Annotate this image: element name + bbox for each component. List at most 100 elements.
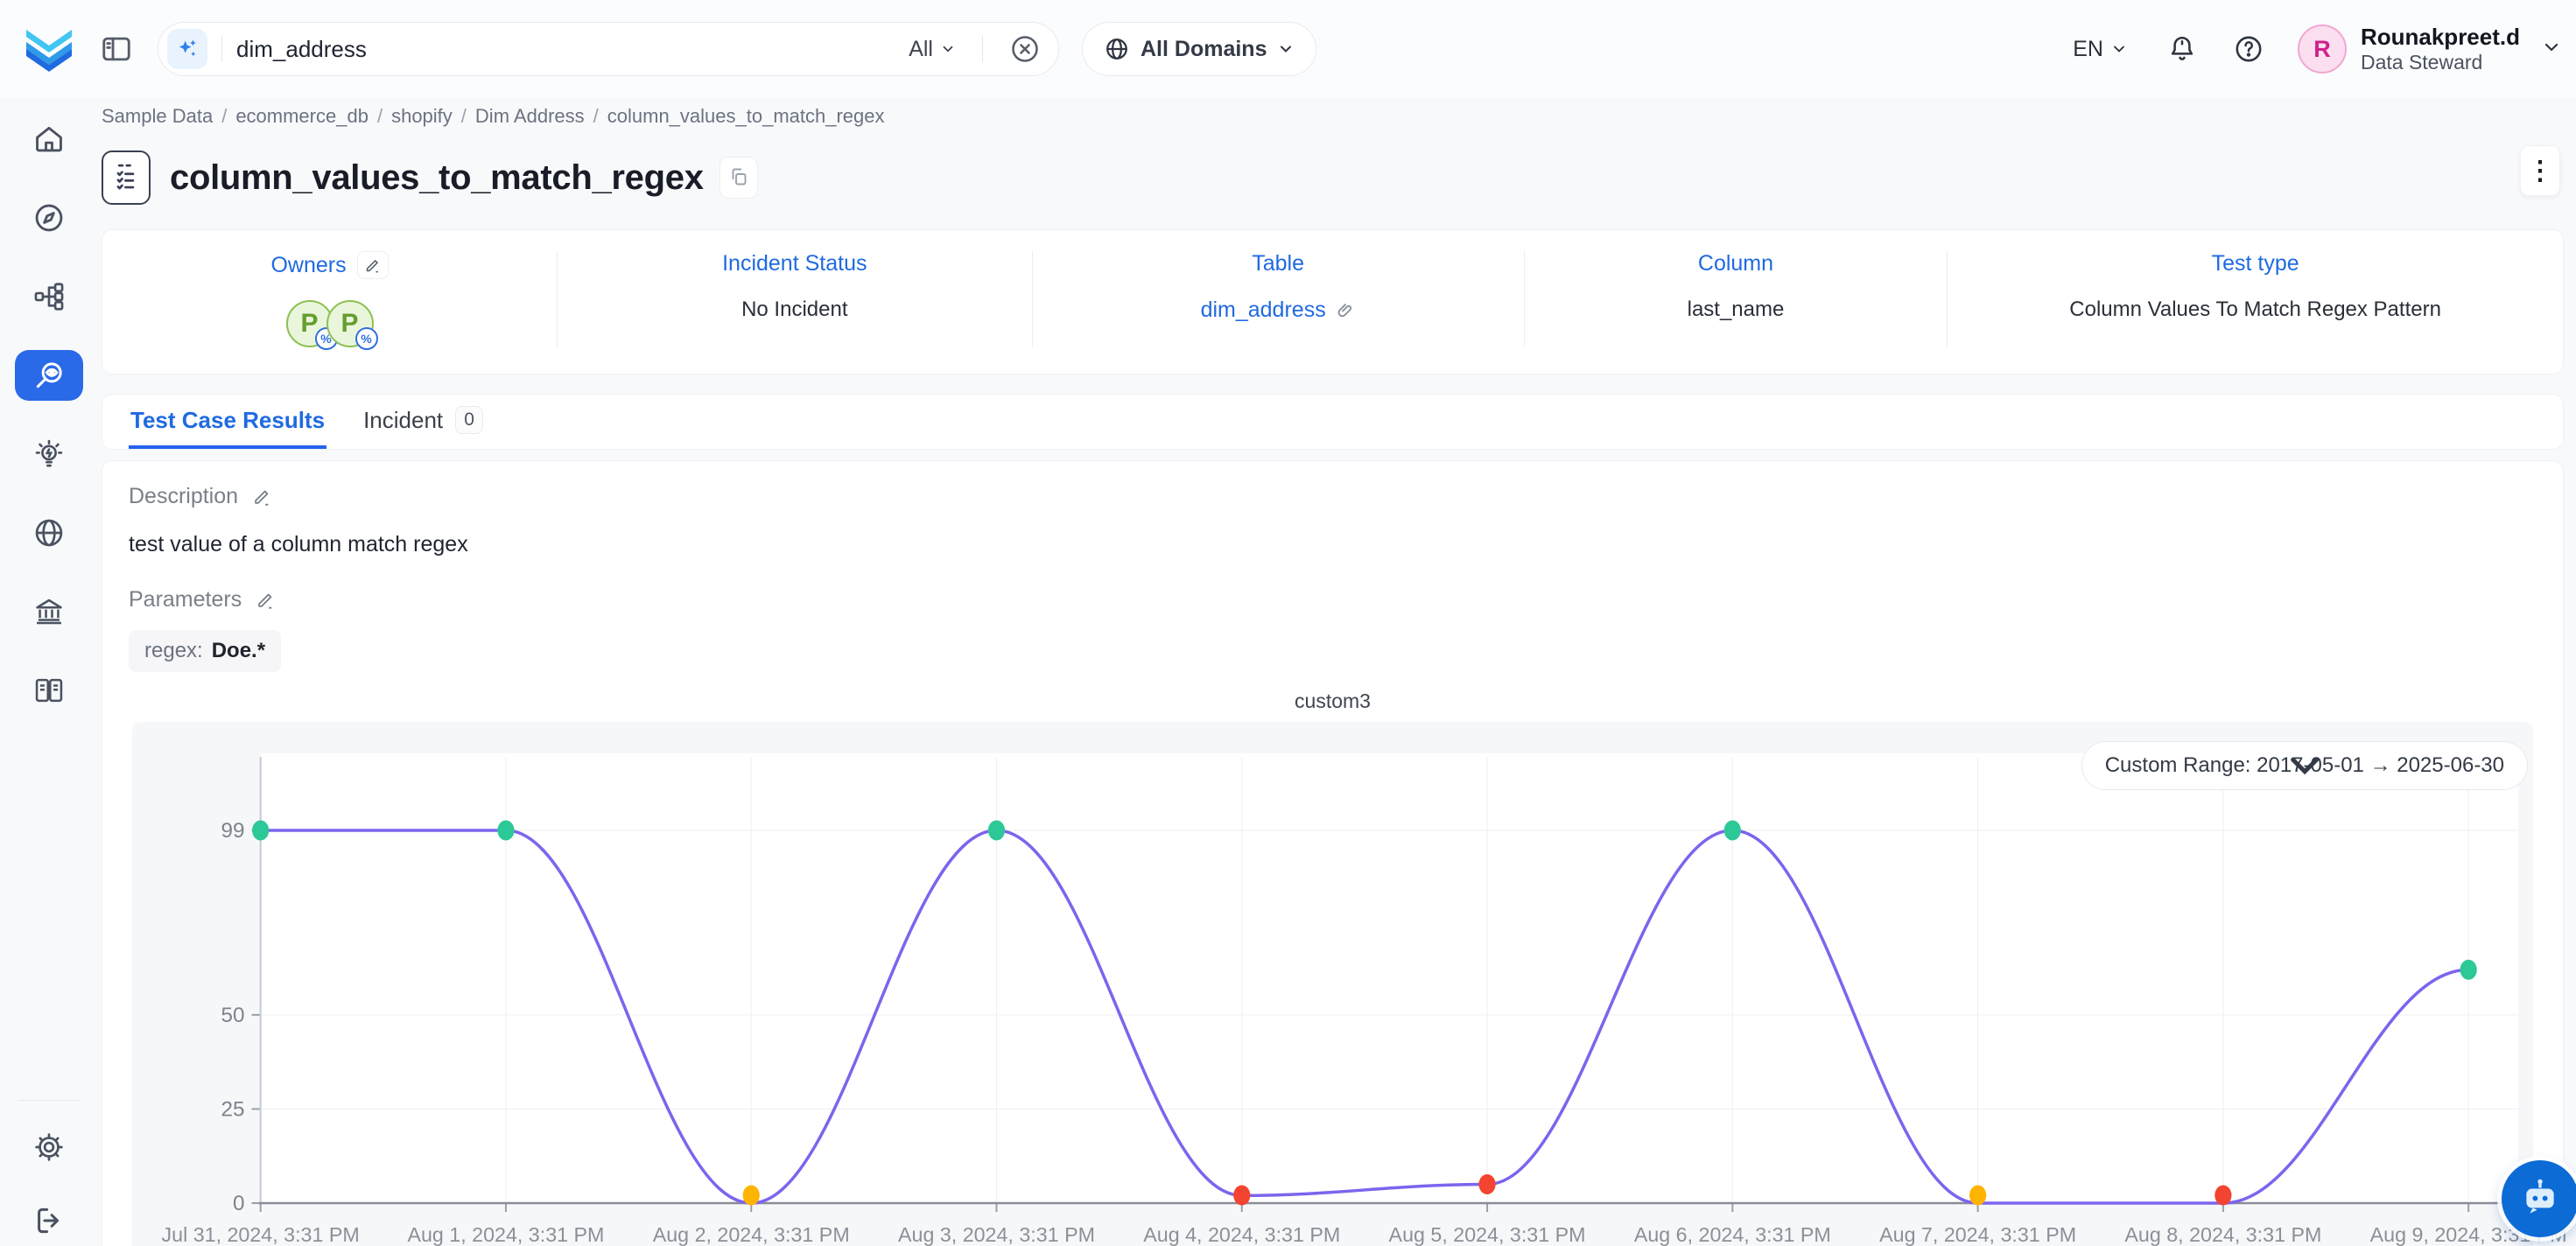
table-link[interactable]: dim_address [1201, 298, 1356, 323]
search-input[interactable]: dim_address [236, 36, 909, 63]
svg-text:99: 99 [221, 819, 244, 843]
svg-text:Aug 5, 2024, 3:31 PM: Aug 5, 2024, 3:31 PM [1389, 1223, 1586, 1246]
app-window: dim_address All All Domains EN [0, 0, 2576, 1246]
test-case-checklist-icon [102, 150, 151, 205]
description-label: Description [129, 484, 238, 509]
app-logo-icon [21, 24, 77, 74]
breadcrumb-item[interactable]: shopify [391, 105, 453, 128]
sidebar-item-insights[interactable] [15, 429, 83, 480]
svg-text:Aug 3, 2024, 3:31 PM: Aug 3, 2024, 3:31 PM [898, 1223, 1095, 1246]
chat-assistant-button[interactable] [2502, 1160, 2576, 1237]
owners-label: Owners [270, 253, 346, 278]
sidebar-item-governance[interactable] [15, 586, 83, 637]
home-icon [32, 122, 66, 156]
parameter-chip: regex: Doe.* [129, 630, 281, 672]
tab-incident[interactable]: Incident 0 [361, 395, 485, 449]
summary-incident-status: Incident Status No Incident [558, 251, 1033, 347]
logout-icon [32, 1204, 66, 1237]
svg-text:Aug 7, 2024, 3:31 PM: Aug 7, 2024, 3:31 PM [1879, 1223, 2076, 1246]
table-name: dim_address [1201, 298, 1326, 323]
sidebar-item-explore[interactable] [15, 192, 83, 243]
page-title-row: column_values_to_match_regex ⋮ [102, 150, 2564, 205]
user-name: Rounakpreet.d [2361, 24, 2520, 51]
user-profile-menu[interactable]: R Rounakpreet.d Data Steward [2298, 24, 2520, 75]
sidebar-item-glossary[interactable] [15, 665, 83, 716]
breadcrumb-separator: / [221, 105, 227, 128]
user-role: Data Steward [2361, 51, 2520, 75]
main-content: Sample Data/ecommerce_db/shopify/Dim Add… [98, 98, 2576, 1246]
insights-bulb-icon [32, 438, 66, 471]
summary-owners: Owners P% P% [102, 251, 558, 347]
test-result-chart[interactable]: Jul 31, 2024, 3:31 PMAug 1, 2024, 3:31 P… [132, 722, 2533, 1246]
tab-test-case-results[interactable]: Test Case Results [129, 395, 326, 449]
svg-text:Aug 6, 2024, 3:31 PM: Aug 6, 2024, 3:31 PM [1634, 1223, 1831, 1246]
breadcrumb-separator: / [593, 105, 599, 128]
tab-label: Incident [363, 407, 443, 434]
edit-description-icon[interactable] [252, 487, 271, 507]
notifications-bell-icon[interactable] [2166, 33, 2198, 65]
svg-text:50: 50 [221, 1004, 244, 1027]
governance-bank-icon [32, 595, 66, 628]
breadcrumb: Sample Data/ecommerce_db/shopify/Dim Add… [102, 105, 2564, 128]
table-label: Table [1252, 251, 1304, 276]
owner-badge-icon: % [355, 327, 378, 350]
owner-avatar[interactable]: P% [326, 300, 374, 347]
summary-table: Table dim_address [1033, 251, 1525, 347]
parameter-key: regex: [144, 639, 203, 663]
left-sidebar [0, 98, 98, 1246]
search-divider [221, 36, 222, 62]
svg-text:Aug 1, 2024, 3:31 PM: Aug 1, 2024, 3:31 PM [407, 1223, 604, 1246]
data-quality-search-eye-icon [32, 359, 66, 392]
parameter-value: Doe.* [212, 639, 265, 663]
breadcrumb-item[interactable]: column_values_to_match_regex [607, 105, 885, 128]
tab-bar: Test Case Results Incident 0 [102, 394, 2564, 450]
sidebar-item-logout[interactable] [15, 1195, 83, 1246]
search-filter-dropdown[interactable]: All [909, 37, 956, 62]
sidebar-item-settings[interactable] [15, 1122, 83, 1172]
help-icon[interactable] [2233, 33, 2264, 65]
paperclip-icon [1335, 300, 1356, 321]
sidebar-divider [18, 1100, 81, 1101]
edit-parameters-icon[interactable] [256, 591, 275, 610]
column-value: last_name [1688, 298, 1785, 322]
svg-text:25: 25 [221, 1098, 244, 1122]
robot-chat-icon [2518, 1177, 2562, 1221]
domains-globe-icon [32, 516, 66, 550]
summary-column: Column last_name [1525, 251, 1948, 347]
edit-owners-icon[interactable] [357, 251, 389, 279]
chevron-down-icon [2082, 742, 2527, 789]
sidebar-item-lineage[interactable] [15, 271, 83, 322]
breadcrumb-item[interactable]: Sample Data [102, 105, 213, 128]
glossary-book-icon [32, 674, 66, 707]
globe-icon [1104, 36, 1130, 62]
global-search-bar[interactable]: dim_address All [158, 22, 1059, 76]
column-label: Column [1698, 251, 1773, 276]
sidebar-item-domains[interactable] [15, 508, 83, 558]
all-domains-label: All Domains [1141, 37, 1267, 62]
language-selector[interactable]: EN [2073, 37, 2128, 62]
tab-count-badge: 0 [455, 406, 483, 434]
chevron-down-icon[interactable] [2541, 37, 2562, 62]
sidebar-item-observability[interactable] [15, 350, 83, 401]
breadcrumb-item[interactable]: ecommerce_db [235, 105, 369, 128]
lineage-icon [32, 280, 66, 313]
copy-icon[interactable] [719, 157, 758, 199]
more-options-kebab-icon[interactable]: ⋮ [2520, 145, 2560, 196]
test-type-label: Test type [2212, 251, 2299, 276]
sidebar-item-home[interactable] [15, 114, 83, 164]
incident-status-value: No Incident [741, 298, 847, 322]
breadcrumb-item[interactable]: Dim Address [475, 105, 585, 128]
search-clear-icon[interactable] [1009, 33, 1041, 65]
search-filter-label: All [909, 37, 933, 62]
parameters-label: Parameters [129, 587, 242, 612]
all-domains-dropdown[interactable]: All Domains [1082, 22, 1316, 76]
svg-text:Aug 2, 2024, 3:31 PM: Aug 2, 2024, 3:31 PM [653, 1223, 850, 1246]
sidebar-collapse-icon[interactable] [100, 32, 133, 66]
description-text: test value of a column match regex [129, 532, 2537, 557]
owner-avatars[interactable]: P% P% [286, 300, 374, 347]
page-title: column_values_to_match_regex [170, 158, 704, 198]
summary-test-type: Test type Column Values To Match Regex P… [1948, 251, 2563, 347]
chart-title: custom3 [129, 690, 2537, 713]
test-result-chart-card: Custom Range: 2017-05-01 → 2025-06-30 Ju… [132, 722, 2533, 1246]
custom-range-dropdown[interactable]: Custom Range: 2017-05-01 → 2025-06-30 [2081, 741, 2528, 790]
